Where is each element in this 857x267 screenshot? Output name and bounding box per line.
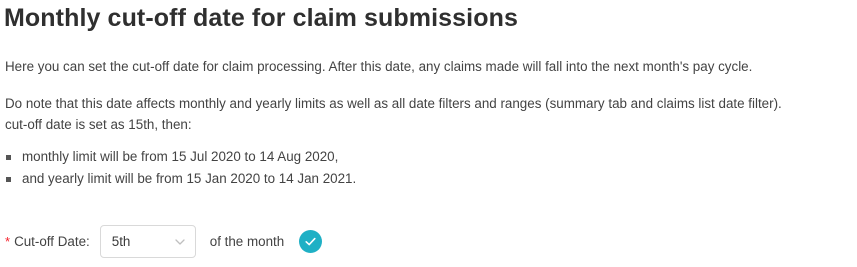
list-item: and yearly limit will be from 15 Jan 202… (5, 168, 356, 190)
list-item-text: monthly limit will be from 15 Jul 2020 t… (22, 149, 339, 164)
check-circle-icon[interactable] (299, 230, 323, 253)
page: Monthly cut-off date for claim submissio… (0, 0, 857, 267)
cutoff-date-select[interactable]: 5th (99, 225, 196, 258)
cutoff-date-value: 5th (111, 234, 131, 249)
note-line-1: Do note that this date affects monthly a… (5, 96, 782, 111)
note-text: Do note that this date affects monthly a… (5, 93, 782, 135)
list-item: monthly limit will be from 15 Jul 2020 t… (5, 146, 356, 168)
cutoff-date-form-row: * Cut-off Date: 5th of the month (5, 225, 323, 258)
bullet-icon (6, 155, 11, 160)
cutoff-date-label: Cut-off Date: (14, 234, 90, 249)
suffix-text: of the month (209, 234, 285, 249)
intro-text: Here you can set the cut-off date for cl… (5, 59, 753, 74)
cutoff-date-label-text: Cut-off Date (14, 234, 87, 249)
list-item-text: and yearly limit will be from 15 Jan 202… (22, 171, 357, 186)
note-line-2: cut-off date is set as 15th, then: (5, 117, 192, 132)
page-title: Monthly cut-off date for claim submissio… (4, 4, 518, 32)
label-colon: : (86, 234, 90, 249)
required-marker: * (5, 234, 11, 249)
example-list: monthly limit will be from 15 Jul 2020 t… (5, 146, 356, 190)
bullet-icon (6, 177, 11, 182)
chevron-down-icon (174, 236, 186, 248)
